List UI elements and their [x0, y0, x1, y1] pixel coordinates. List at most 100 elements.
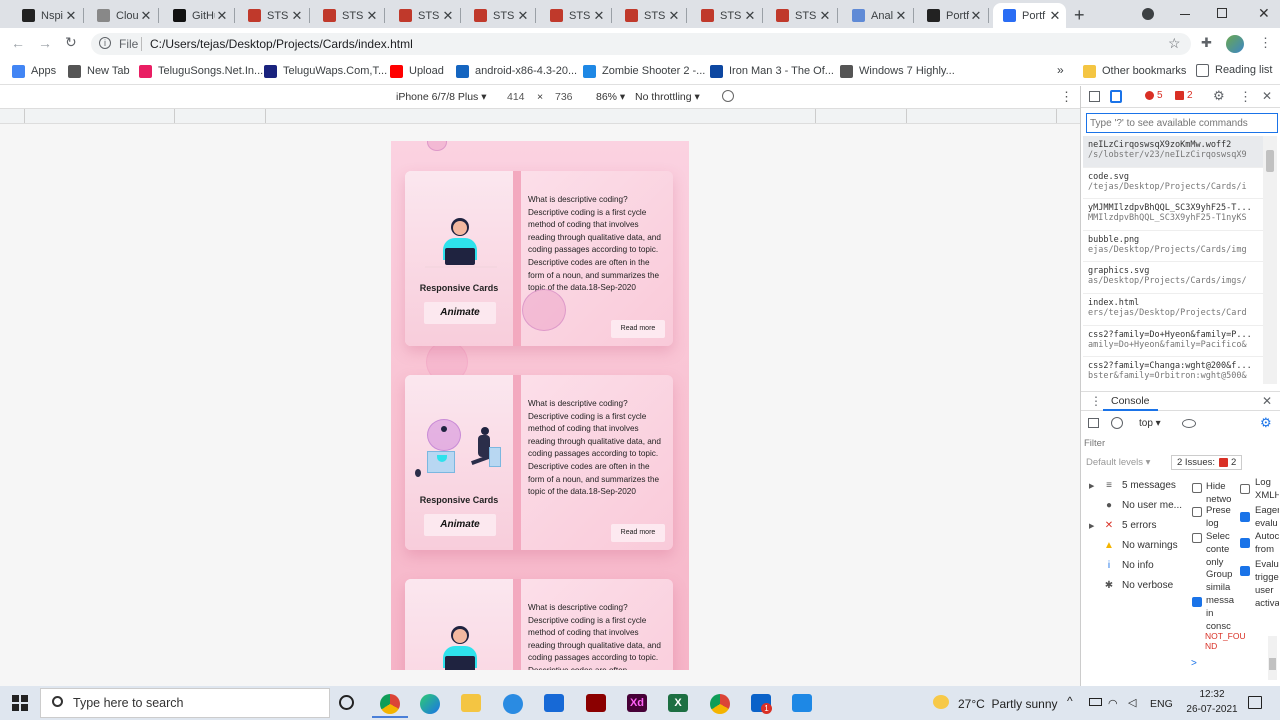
console-scrollbar[interactable]: [1268, 636, 1277, 680]
clock-date[interactable]: 26-07-2021: [1182, 704, 1242, 715]
rotate-icon[interactable]: [722, 90, 734, 102]
zoom-select[interactable]: 86% ▾: [596, 91, 625, 103]
weather-text[interactable]: 27°C Partly sunny: [958, 697, 1058, 711]
bookmark-item[interactable]: Zombie Shooter 2 -...: [583, 64, 705, 78]
excel-icon[interactable]: X: [668, 694, 688, 712]
bookmark-item[interactable]: Apps: [12, 64, 56, 78]
browser-tab[interactable]: STS |✕: [691, 3, 761, 28]
language-indicator[interactable]: ENG: [1150, 698, 1173, 710]
tab-close-icon[interactable]: ✕: [441, 8, 455, 24]
browser-tab[interactable]: Anal ✕: [842, 3, 912, 28]
device-height-input[interactable]: 736: [555, 91, 573, 103]
adobe-xd-icon[interactable]: Xd: [627, 694, 647, 712]
phone-screen[interactable]: Responsive Cards Animate What is descrip…: [391, 141, 689, 670]
address-text[interactable]: C:/Users/tejas/Desktop/Projects/Cards/in…: [150, 37, 413, 51]
option-checkbox[interactable]: [1240, 538, 1250, 548]
console-sidebar-item[interactable]: ≡ 5 messages: [1103, 480, 1176, 491]
edge-icon[interactable]: [420, 694, 440, 714]
action-center-icon[interactable]: [1248, 696, 1262, 709]
console-sidebar-item[interactable]: ✱ No verbose: [1103, 580, 1173, 591]
command-menu-item[interactable]: yMJMMIlzdpvBhQQL_SC3X9yhF25-T... MMIlzdpv…: [1083, 199, 1276, 231]
command-menu-list[interactable]: neILzCirqoswsqX9zoKmMw.woff2/s/lobster/v…: [1083, 136, 1276, 386]
read-more-button[interactable]: Read more: [611, 320, 665, 338]
drawer-menu-icon[interactable]: ⋮: [1090, 394, 1102, 408]
battery-icon[interactable]: [1089, 698, 1102, 706]
console-filter-input[interactable]: [1084, 436, 1196, 451]
bookmark-item[interactable]: Iron Man 3 - The Of...: [710, 64, 834, 78]
tab-close-icon[interactable]: ✕: [365, 8, 379, 24]
command-menu-input[interactable]: [1086, 113, 1278, 133]
tab-close-icon[interactable]: ✕: [969, 8, 983, 24]
new-tab-button[interactable]: +: [1074, 5, 1085, 26]
option-checkbox[interactable]: [1192, 507, 1202, 517]
context-select[interactable]: top ▾: [1139, 418, 1161, 429]
console-sidebar-item[interactable]: ● No user me...: [1103, 500, 1182, 511]
expand-arrow-icon[interactable]: ▶: [1089, 522, 1094, 530]
option-checkbox[interactable]: [1192, 533, 1202, 543]
device-select[interactable]: iPhone 6/7/8 Plus ▾: [396, 91, 487, 103]
bookmark-star-icon[interactable]: ☆: [1168, 35, 1181, 52]
command-menu-item[interactable]: css2?family=Do+Hyeon&family=P... amily=Do…: [1083, 326, 1276, 358]
command-menu-item[interactable]: index.html ers/tejas/Desktop/Projects/Car…: [1083, 294, 1276, 326]
tab-close-icon[interactable]: ✕: [592, 8, 606, 24]
internet-explorer-icon[interactable]: [503, 694, 523, 714]
command-menu-item[interactable]: css2?family=Changa:wght@200&f... bster&fa…: [1083, 357, 1276, 386]
console-tab[interactable]: Console: [1103, 392, 1158, 411]
device-toggle-icon[interactable]: [1110, 90, 1122, 103]
command-menu-item[interactable]: neILzCirqoswsqX9zoKmMw.woff2/s/lobster/v…: [1083, 136, 1276, 168]
tab-close-icon[interactable]: ✕: [667, 8, 681, 24]
maximize-button[interactable]: [1217, 8, 1227, 18]
show-hidden-icons[interactable]: ^: [1067, 694, 1073, 708]
tab-close-icon[interactable]: ✕: [215, 8, 229, 24]
reading-list[interactable]: Reading list: [1196, 62, 1272, 78]
game-app-icon[interactable]: [586, 694, 606, 712]
chrome-alt-icon[interactable]: [710, 694, 730, 714]
bookmark-item[interactable]: android-x86-4.3-20...: [456, 64, 577, 78]
scroll-thumb[interactable]: [1269, 658, 1276, 670]
tab-close-icon[interactable]: ✕: [1048, 8, 1062, 24]
option-checkbox[interactable]: [1240, 512, 1250, 522]
console-settings-gear-icon[interactable]: ⚙: [1260, 415, 1272, 431]
command-menu-item[interactable]: code.svg/tejas/Desktop/Projects/Cards/i: [1083, 168, 1276, 200]
profile-avatar[interactable]: [1226, 35, 1244, 53]
animate-button[interactable]: Animate: [424, 514, 496, 536]
animate-button[interactable]: Animate: [424, 302, 496, 324]
live-expression-eye-icon[interactable]: [1182, 419, 1196, 428]
bookmarks-overflow[interactable]: »: [1057, 63, 1064, 77]
media-query-ruler[interactable]: [0, 108, 1080, 124]
console-sidebar-item[interactable]: ▲ No warnings: [1103, 540, 1178, 551]
clock-time[interactable]: 12:32: [1192, 689, 1232, 700]
console-prompt[interactable]: >: [1191, 658, 1197, 669]
mail-icon[interactable]: [544, 694, 564, 712]
settings-gear-icon[interactable]: ⚙: [1213, 88, 1225, 104]
browser-tab[interactable]: STS |✕: [540, 3, 610, 28]
minimize-button[interactable]: [1180, 14, 1190, 15]
error-counter[interactable]: 5: [1145, 90, 1163, 101]
expand-arrow-icon[interactable]: ▶: [1089, 482, 1094, 490]
browser-tab[interactable]: STS |✕: [238, 3, 308, 28]
bookmark-item[interactable]: Upload: [390, 64, 444, 78]
chrome-icon[interactable]: [380, 694, 400, 714]
browser-tab[interactable]: STS |✕: [615, 3, 685, 28]
tab-search-icon[interactable]: [1142, 8, 1154, 20]
device-width-input[interactable]: 414: [507, 91, 525, 103]
tab-close-icon[interactable]: ✕: [290, 8, 304, 24]
browser-tab[interactable]: GitHu✕: [163, 3, 233, 28]
device-toolbar-menu-icon[interactable]: ⋮: [1060, 89, 1073, 105]
browser-tab[interactable]: STS |✕: [389, 3, 459, 28]
throttling-select[interactable]: No throttling ▾: [635, 91, 700, 103]
bookmark-item[interactable]: TeluguWaps.Com,T...: [264, 64, 387, 78]
tab-close-icon[interactable]: ✕: [64, 8, 78, 24]
option-checkbox[interactable]: [1192, 597, 1202, 607]
issues-badge[interactable]: 2 Issues: 2: [1171, 455, 1243, 470]
volume-icon[interactable]: ◁: [1128, 696, 1136, 709]
browser-tab[interactable]: Portf ✕: [917, 3, 987, 28]
file-explorer-icon[interactable]: [461, 694, 481, 712]
scroll-thumb[interactable]: [1266, 150, 1274, 172]
read-more-button[interactable]: Read more: [611, 524, 665, 542]
browser-tab[interactable]: Portf ✕: [993, 3, 1066, 28]
browser-tab[interactable]: STS |✕: [766, 3, 836, 28]
command-menu-item[interactable]: graphics.svg as/Desktop/Projects/Cards/im…: [1083, 262, 1276, 294]
tab-close-icon[interactable]: ✕: [743, 8, 757, 24]
tab-close-icon[interactable]: ✕: [818, 8, 832, 24]
